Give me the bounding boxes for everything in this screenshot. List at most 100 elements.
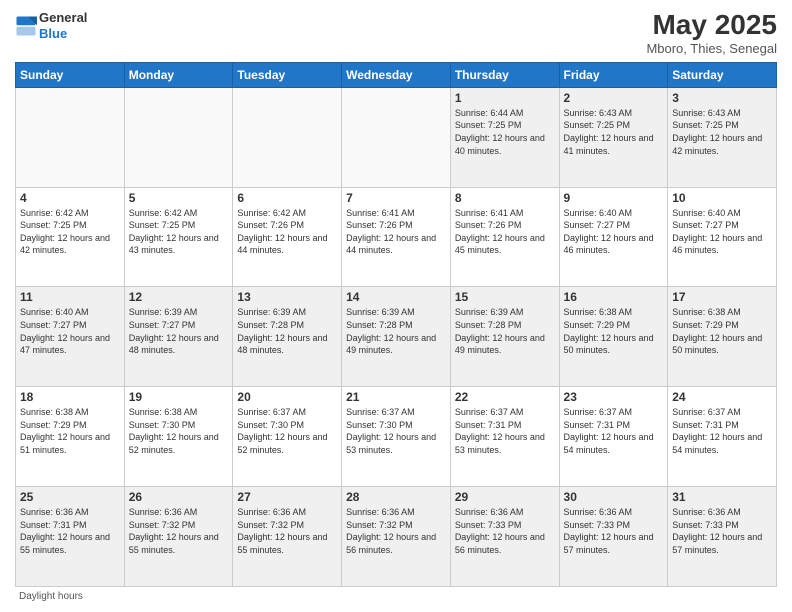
calendar-cell: 18 Sunrise: 6:38 AMSunset: 7:29 PMDayligh… (16, 387, 125, 487)
day-info: Sunrise: 6:36 AMSunset: 7:33 PMDaylight:… (672, 506, 772, 556)
day-info: Sunrise: 6:42 AMSunset: 7:25 PMDaylight:… (20, 207, 120, 257)
calendar-cell: 1 Sunrise: 6:44 AMSunset: 7:25 PMDaylight… (450, 87, 559, 187)
calendar-week-3: 18 Sunrise: 6:38 AMSunset: 7:29 PMDayligh… (16, 387, 777, 487)
calendar-week-4: 25Sunrise: 6:36 AMSunset: 7:31 PMDayligh… (16, 487, 777, 587)
logo-blue: Blue (39, 26, 67, 41)
calendar-cell: 24Sunrise: 6:37 AMSunset: 7:31 PMDayligh… (668, 387, 777, 487)
day-number: 21 (346, 390, 446, 404)
day-number: 27 (237, 490, 337, 504)
calendar-cell: 25Sunrise: 6:36 AMSunset: 7:31 PMDayligh… (16, 487, 125, 587)
calendar-cell: 31 Sunrise: 6:36 AMSunset: 7:33 PMDayligh… (668, 487, 777, 587)
day-info: Sunrise: 6:36 AMSunset: 7:32 PMDaylight:… (129, 506, 229, 556)
col-header-wednesday: Wednesday (342, 62, 451, 87)
day-info: Sunrise: 6:41 AMSunset: 7:26 PMDaylight:… (346, 207, 446, 257)
day-info: Sunrise: 6:44 AMSunset: 7:25 PMDaylight:… (455, 107, 555, 157)
day-number: 16 (564, 290, 664, 304)
col-header-monday: Monday (124, 62, 233, 87)
day-info: Sunrise: 6:42 AMSunset: 7:26 PMDaylight:… (237, 207, 337, 257)
day-info: Sunrise: 6:37 AMSunset: 7:31 PMDaylight:… (564, 406, 664, 456)
calendar-cell (124, 87, 233, 187)
day-number: 7 (346, 191, 446, 205)
day-number: 20 (237, 390, 337, 404)
header: General Blue May 2025 Mboro, Thies, Sene… (15, 10, 777, 56)
col-header-tuesday: Tuesday (233, 62, 342, 87)
day-info: Sunrise: 6:37 AMSunset: 7:31 PMDaylight:… (672, 406, 772, 456)
day-info: Sunrise: 6:37 AMSunset: 7:30 PMDaylight:… (346, 406, 446, 456)
day-info: Sunrise: 6:38 AMSunset: 7:29 PMDaylight:… (564, 306, 664, 356)
calendar-cell: 10Sunrise: 6:40 AMSunset: 7:27 PMDayligh… (668, 187, 777, 287)
footer-text: Daylight hours (19, 591, 83, 602)
calendar-cell: 17 Sunrise: 6:38 AMSunset: 7:29 PMDayligh… (668, 287, 777, 387)
day-info: Sunrise: 6:36 AMSunset: 7:33 PMDaylight:… (455, 506, 555, 556)
day-info: Sunrise: 6:43 AMSunset: 7:25 PMDaylight:… (564, 107, 664, 157)
calendar-cell: 11Sunrise: 6:40 AMSunset: 7:27 PMDayligh… (16, 287, 125, 387)
day-number: 31 (672, 490, 772, 504)
calendar-cell (233, 87, 342, 187)
day-info: Sunrise: 6:41 AMSunset: 7:26 PMDaylight:… (455, 207, 555, 257)
day-info: Sunrise: 6:36 AMSunset: 7:33 PMDaylight:… (564, 506, 664, 556)
calendar-cell: 15 Sunrise: 6:39 AMSunset: 7:28 PMDayligh… (450, 287, 559, 387)
logo-icon (15, 15, 37, 37)
calendar-table: SundayMondayTuesdayWednesdayThursdayFrid… (15, 62, 777, 587)
calendar-cell: 8 Sunrise: 6:41 AMSunset: 7:26 PMDaylight… (450, 187, 559, 287)
day-number: 8 (455, 191, 555, 205)
day-info: Sunrise: 6:38 AMSunset: 7:29 PMDaylight:… (20, 406, 120, 456)
day-number: 15 (455, 290, 555, 304)
day-number: 26 (129, 490, 229, 504)
day-info: Sunrise: 6:37 AMSunset: 7:30 PMDaylight:… (237, 406, 337, 456)
logo-general: General (39, 10, 87, 25)
day-info: Sunrise: 6:40 AMSunset: 7:27 PMDaylight:… (564, 207, 664, 257)
calendar-cell (342, 87, 451, 187)
day-number: 22 (455, 390, 555, 404)
day-number: 6 (237, 191, 337, 205)
day-number: 23 (564, 390, 664, 404)
day-number: 12 (129, 290, 229, 304)
location-subtitle: Mboro, Thies, Senegal (646, 41, 777, 56)
day-info: Sunrise: 6:42 AMSunset: 7:25 PMDaylight:… (129, 207, 229, 257)
logo-text: General Blue (39, 10, 87, 41)
calendar-cell: 28Sunrise: 6:36 AMSunset: 7:32 PMDayligh… (342, 487, 451, 587)
calendar-week-2: 11Sunrise: 6:40 AMSunset: 7:27 PMDayligh… (16, 287, 777, 387)
day-number: 14 (346, 290, 446, 304)
calendar-cell: 19Sunrise: 6:38 AMSunset: 7:30 PMDayligh… (124, 387, 233, 487)
calendar-cell: 5Sunrise: 6:42 AMSunset: 7:25 PMDaylight… (124, 187, 233, 287)
day-number: 30 (564, 490, 664, 504)
calendar-cell: 23 Sunrise: 6:37 AMSunset: 7:31 PMDayligh… (559, 387, 668, 487)
day-info: Sunrise: 6:36 AMSunset: 7:32 PMDaylight:… (237, 506, 337, 556)
day-number: 28 (346, 490, 446, 504)
title-area: May 2025 Mboro, Thies, Senegal (646, 10, 777, 56)
calendar-week-1: 4Sunrise: 6:42 AMSunset: 7:25 PMDaylight… (16, 187, 777, 287)
day-number: 2 (564, 91, 664, 105)
col-header-sunday: Sunday (16, 62, 125, 87)
day-number: 3 (672, 91, 772, 105)
calendar-cell: 20 Sunrise: 6:37 AMSunset: 7:30 PMDayligh… (233, 387, 342, 487)
calendar-cell: 16 Sunrise: 6:38 AMSunset: 7:29 PMDayligh… (559, 287, 668, 387)
calendar-cell: 12Sunrise: 6:39 AMSunset: 7:27 PMDayligh… (124, 287, 233, 387)
calendar-cell: 29Sunrise: 6:36 AMSunset: 7:33 PMDayligh… (450, 487, 559, 587)
day-info: Sunrise: 6:39 AMSunset: 7:28 PMDaylight:… (237, 306, 337, 356)
month-title: May 2025 (646, 10, 777, 41)
day-number: 17 (672, 290, 772, 304)
day-info: Sunrise: 6:39 AMSunset: 7:28 PMDaylight:… (455, 306, 555, 356)
day-info: Sunrise: 6:38 AMSunset: 7:30 PMDaylight:… (129, 406, 229, 456)
page: General Blue May 2025 Mboro, Thies, Sene… (0, 0, 792, 612)
calendar-cell: 3 Sunrise: 6:43 AMSunset: 7:25 PMDaylight… (668, 87, 777, 187)
logo: General Blue (15, 10, 87, 41)
day-number: 1 (455, 91, 555, 105)
day-number: 13 (237, 290, 337, 304)
day-info: Sunrise: 6:38 AMSunset: 7:29 PMDaylight:… (672, 306, 772, 356)
calendar-week-0: 1 Sunrise: 6:44 AMSunset: 7:25 PMDaylight… (16, 87, 777, 187)
calendar-cell: 2 Sunrise: 6:43 AMSunset: 7:25 PMDaylight… (559, 87, 668, 187)
calendar-cell: 7 Sunrise: 6:41 AMSunset: 7:26 PMDaylight… (342, 187, 451, 287)
calendar-cell: 14Sunrise: 6:39 AMSunset: 7:28 PMDayligh… (342, 287, 451, 387)
day-info: Sunrise: 6:43 AMSunset: 7:25 PMDaylight:… (672, 107, 772, 157)
day-number: 11 (20, 290, 120, 304)
calendar-cell: 9 Sunrise: 6:40 AMSunset: 7:27 PMDaylight… (559, 187, 668, 287)
day-number: 18 (20, 390, 120, 404)
calendar-cell: 6 Sunrise: 6:42 AMSunset: 7:26 PMDaylight… (233, 187, 342, 287)
calendar-cell: 30 Sunrise: 6:36 AMSunset: 7:33 PMDayligh… (559, 487, 668, 587)
calendar-header-row: SundayMondayTuesdayWednesdayThursdayFrid… (16, 62, 777, 87)
footer: Daylight hours (15, 591, 777, 602)
calendar-cell: 4Sunrise: 6:42 AMSunset: 7:25 PMDaylight… (16, 187, 125, 287)
day-number: 9 (564, 191, 664, 205)
